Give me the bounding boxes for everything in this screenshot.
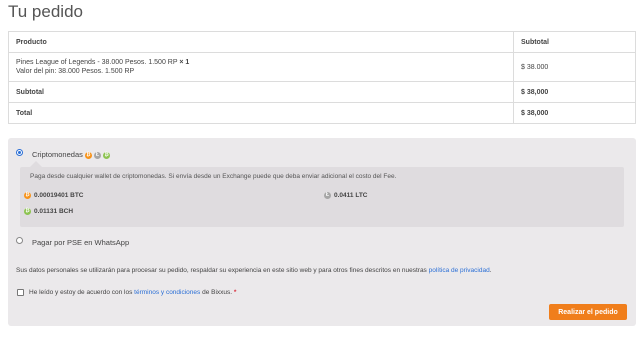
required-mark: * <box>233 289 237 296</box>
terms-label: He leído y estoy de acuerdo con los térm… <box>29 289 236 296</box>
privacy-text: Sus datos personales se utilizarán para … <box>16 267 427 274</box>
col-header-subtotal: Subtotal <box>513 31 636 53</box>
bitcoin-icon: ₿ <box>24 192 31 199</box>
product-name-line: Pines League of Legends - 38.000 Pesos. … <box>16 58 506 67</box>
ltc-amount: Ł 0.0411 LTC <box>324 192 367 199</box>
bitcoin-cash-icon: ₿ <box>24 208 31 215</box>
litecoin-icon: Ł <box>324 192 331 199</box>
btc-amount: ₿ 0.00019401 BTC <box>24 192 84 199</box>
pse-radio[interactable] <box>16 237 23 244</box>
table-header-row: Producto Subtotal <box>8 31 636 53</box>
privacy-notice: Sus datos personales se utilizarán para … <box>16 267 492 274</box>
total-row: Total $ 38,000 <box>8 102 636 124</box>
col-header-product: Producto <box>8 31 514 53</box>
bitcoin-cash-icon: ₿ <box>103 151 111 159</box>
product-name: Pines League of Legends - 38.000 Pesos. … <box>16 59 178 66</box>
terms-link[interactable]: términos y condiciones <box>134 289 200 296</box>
terms-prefix: He leído y estoy de acuerdo con los <box>29 289 133 296</box>
terms-checkbox[interactable] <box>17 289 24 296</box>
crypto-label-text: Criptomonedas <box>32 150 83 159</box>
crypto-payment-panel: Paga desde cualquier wallet de criptomon… <box>20 161 624 227</box>
payment-box: Criptomonedas ₿ Ł ₿ Paga desde cualquier… <box>8 138 636 326</box>
crypto-method-label[interactable]: Criptomonedas ₿ Ł ₿ <box>32 150 111 159</box>
subtotal-value: $ 38,000 <box>513 81 636 103</box>
subtotal-row: Subtotal $ 38,000 <box>8 81 636 103</box>
total-label: Total <box>8 102 514 124</box>
product-subtotal: $ 38.000 <box>513 52 636 82</box>
crypto-radio[interactable] <box>16 149 23 156</box>
pse-method-label[interactable]: Pagar por PSE en WhatsApp <box>32 238 129 247</box>
order-review-table: Producto Subtotal Pines League of Legend… <box>8 31 636 124</box>
place-order-button[interactable]: Realizar el pedido <box>549 304 627 320</box>
terms-suffix: de Bixxus. <box>202 289 233 296</box>
privacy-policy-link[interactable]: política de privacidad <box>429 267 490 274</box>
bch-amount-text: 0.01131 BCH <box>34 208 74 216</box>
page-title: Tu pedido <box>8 2 83 21</box>
crypto-description: Paga desde cualquier wallet de criptomon… <box>30 173 397 180</box>
ltc-amount-text: 0.0411 LTC <box>334 192 368 200</box>
btc-amount-text: 0.00019401 BTC <box>34 192 84 200</box>
bitcoin-icon: ₿ <box>84 151 92 159</box>
total-value: $ 38,000 <box>513 102 636 124</box>
product-meta: Valor del pin: 38.000 Pesos. 1.500 RP <box>16 68 135 75</box>
product-cell: Pines League of Legends - 38.000 Pesos. … <box>8 52 514 82</box>
litecoin-icon: Ł <box>94 151 102 159</box>
subtotal-label: Subtotal <box>8 81 514 103</box>
product-qty: × 1 <box>179 59 190 66</box>
privacy-period: . <box>489 267 492 274</box>
bch-amount: ₿ 0.01131 BCH <box>24 208 73 215</box>
table-row: Pines League of Legends - 38.000 Pesos. … <box>8 52 636 82</box>
